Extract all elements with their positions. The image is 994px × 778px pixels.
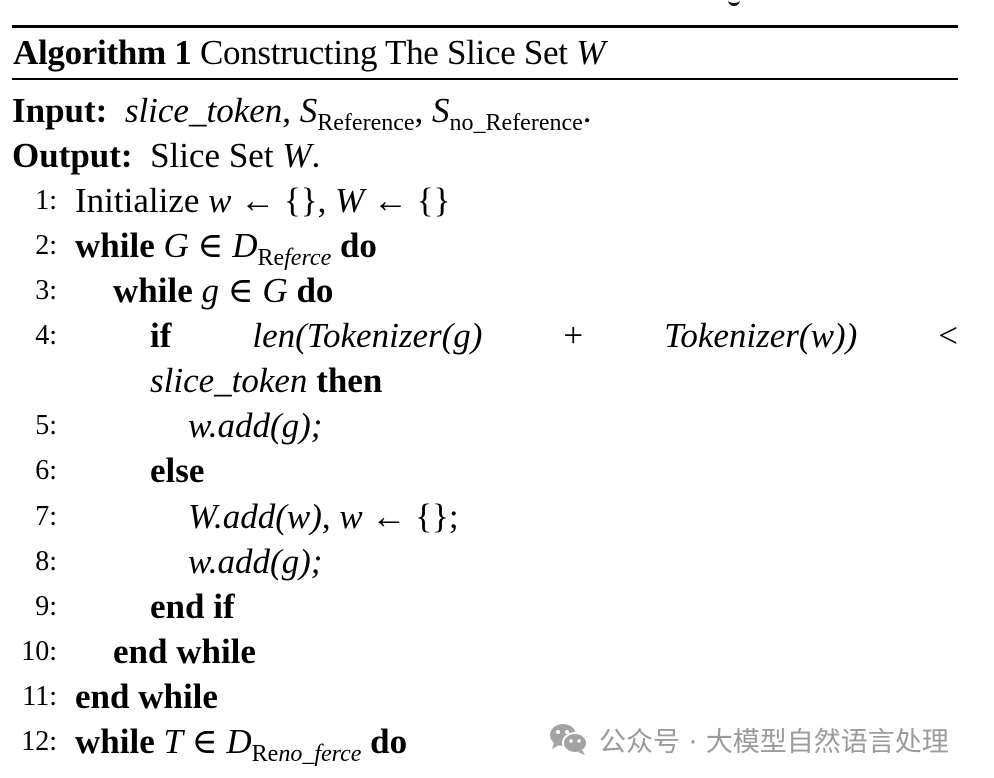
line-body: Initialize w ← {}, W ← {} <box>75 179 450 223</box>
algorithm-input: Input: slice_token, SReference, Sno_Refe… <box>12 89 592 136</box>
empty-set: {} <box>416 181 451 220</box>
cropped-text-fragment <box>728 0 740 6</box>
keyword-do: do <box>339 226 377 265</box>
algorithm-caption: Algorithm 1 Constructing The Slice Set W <box>13 30 605 76</box>
var-G: G <box>163 226 189 265</box>
keyword-do: do <box>370 722 408 761</box>
line-number: 5: <box>35 410 57 441</box>
line-number: 2: <box>35 230 57 261</box>
empty-set: {} <box>415 497 449 536</box>
input-sep: , <box>414 91 424 130</box>
input-param-s-reference: S <box>300 91 318 130</box>
line-number: 9: <box>35 591 57 622</box>
input-end: . <box>582 91 592 130</box>
sub-upright: Re <box>251 741 279 767</box>
input-param-s-base: S <box>299 91 318 130</box>
line-body: w.add(g); <box>188 542 323 581</box>
watermark-text: 公众号 · 大模型自然语言处理 <box>599 726 949 758</box>
set-D-sub: Reno_ferce <box>252 741 362 767</box>
sep: , <box>317 181 327 220</box>
line-number: 4: <box>35 320 57 351</box>
line-body: slice_token then <box>150 359 382 403</box>
plus-operator: + <box>563 316 584 355</box>
semicolon: ; <box>448 497 459 536</box>
keyword-do: do <box>296 271 334 310</box>
expr-tokenizer-w: Tokenizer(w)) <box>664 316 858 355</box>
keyword-if: if <box>150 316 172 355</box>
line-body: while T ∈ DReno_ferce do <box>75 720 408 767</box>
input-sep: , <box>282 91 292 130</box>
stmt-W-add-w: W.add(w) <box>188 497 322 536</box>
keyword-end-while: end while <box>75 677 218 716</box>
assign-arrow: ← <box>371 497 407 536</box>
var-g: g <box>201 271 219 310</box>
input-param-s-no-reference-sub: no_Reference <box>449 110 583 136</box>
init-keyword: Initialize <box>75 181 200 220</box>
input-param-slice-token: slice_token <box>124 91 283 130</box>
less-than-operator: < <box>938 316 958 355</box>
algorithm-caption-rule <box>12 78 958 80</box>
keyword-while: while <box>75 226 155 265</box>
input-label: Input: <box>12 91 108 130</box>
element-of: ∈ <box>191 722 218 761</box>
line-number: 11: <box>22 681 57 712</box>
keyword-while: while <box>113 271 193 310</box>
expr-len-tokenizer-g: len(Tokenizer(g) <box>252 316 483 355</box>
set-D-sub: Referce <box>257 245 331 271</box>
var-T: T <box>163 722 183 761</box>
output-end: . <box>311 136 321 175</box>
var-W: W <box>335 181 365 220</box>
algorithm-line: 4: if len(Tokenizer(g) + Tokenizer(w)) < <box>0 314 994 358</box>
line-number: 8: <box>35 546 57 577</box>
algorithm-label: Algorithm 1 <box>13 33 192 72</box>
line-number: 3: <box>35 275 57 306</box>
set-D: D <box>226 722 252 761</box>
line-body: while G ∈ DReferce do <box>75 224 377 271</box>
wechat-watermark: 公众号 · 大模型自然语言处理 <box>549 719 949 759</box>
sub-italic: ferce <box>284 245 332 271</box>
var-w: w <box>208 181 232 220</box>
var-w: w <box>339 497 363 536</box>
output-label: Output: <box>12 136 133 175</box>
element-of: ∈ <box>197 226 224 265</box>
assign-arrow: ← <box>240 181 276 220</box>
keyword-end-if: end if <box>150 587 235 626</box>
empty-set: {} <box>284 181 318 220</box>
keyword-else: else <box>150 451 205 490</box>
set-D: D <box>232 226 258 265</box>
input-param-s-no-reference: S <box>432 91 450 130</box>
wechat-icon <box>549 722 589 756</box>
algorithm-title: Constructing The Slice Set <box>199 33 568 72</box>
line-body: W.add(w), w ← {}; <box>188 495 459 539</box>
line-body: while g ∈ G do <box>113 269 333 313</box>
line-number: 12: <box>21 726 57 757</box>
output-text: Slice Set <box>150 136 274 175</box>
sub-italic: no_ferce <box>278 741 362 767</box>
algorithm-top-rule <box>12 25 958 28</box>
line-body: if len(Tokenizer(g) + Tokenizer(w)) < <box>150 314 958 358</box>
var-G: G <box>262 271 288 310</box>
input-param-s-base: S <box>432 91 450 130</box>
line-number: 6: <box>35 455 57 486</box>
keyword-end-while: end while <box>113 632 256 671</box>
line-number: 1: <box>35 185 57 216</box>
algorithm-title-var: W <box>576 33 606 72</box>
line-number: 10: <box>21 636 57 667</box>
keyword-then: then <box>316 361 383 400</box>
line-number: 7: <box>35 501 57 532</box>
element-of: ∈ <box>227 271 254 310</box>
keyword-while: while <box>75 722 155 761</box>
var-slice-token: slice_token <box>150 361 308 400</box>
input-param-s-reference-sub: Reference <box>317 110 415 136</box>
assign-arrow: ← <box>373 181 409 220</box>
output-var: W <box>282 136 312 175</box>
line-body: w.add(g); <box>188 406 323 445</box>
sub-upright: Re <box>257 245 285 271</box>
algorithm-output: Output: Slice Set W. <box>12 134 320 178</box>
sep: , <box>321 497 331 536</box>
